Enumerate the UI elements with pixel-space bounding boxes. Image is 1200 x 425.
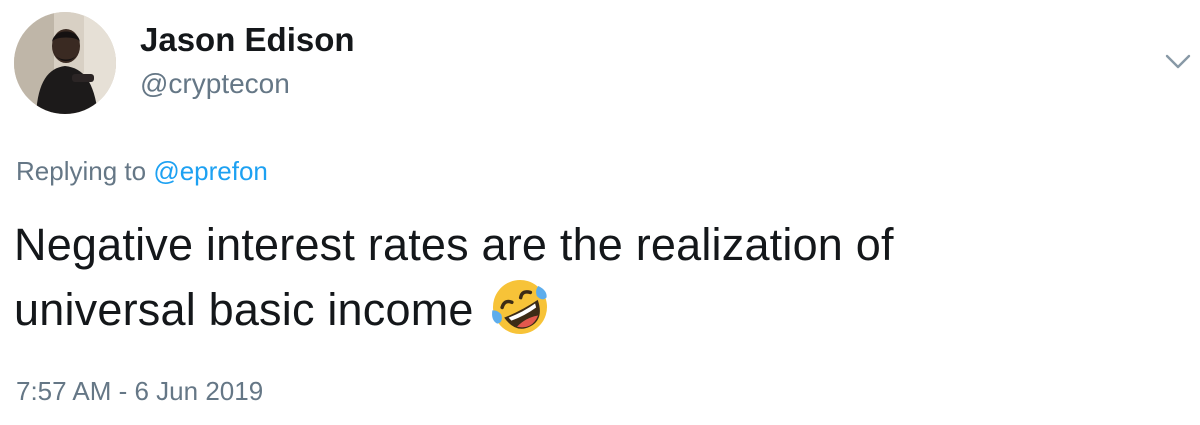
tweet-text-line-1: Negative interest rates are the realizat… [14,219,894,270]
avatar[interactable] [14,12,116,114]
tweet-text: Negative interest rates are the realizat… [14,214,1184,340]
tweet-text-line-2-text: universal basic income [14,284,474,335]
tweet-card: Jason Edison @cryptecon Replying to @epr… [0,0,1200,425]
replying-prefix: Replying to [16,156,147,186]
chevron-down-icon[interactable] [1160,44,1196,80]
avatar-photo-icon [14,12,116,114]
tweet-text-line-2: universal basic income [14,275,1184,340]
reply-mention-link[interactable]: @eprefon [153,156,268,186]
timestamp-link[interactable]: 7:57 AM - 6 Jun 2019 [16,374,263,408]
display-name[interactable]: Jason Edison [140,20,355,60]
rolling-on-the-floor-laughing-icon [488,275,552,339]
user-handle[interactable]: @cryptecon [140,66,290,102]
replying-to: Replying to @eprefon [16,154,268,188]
